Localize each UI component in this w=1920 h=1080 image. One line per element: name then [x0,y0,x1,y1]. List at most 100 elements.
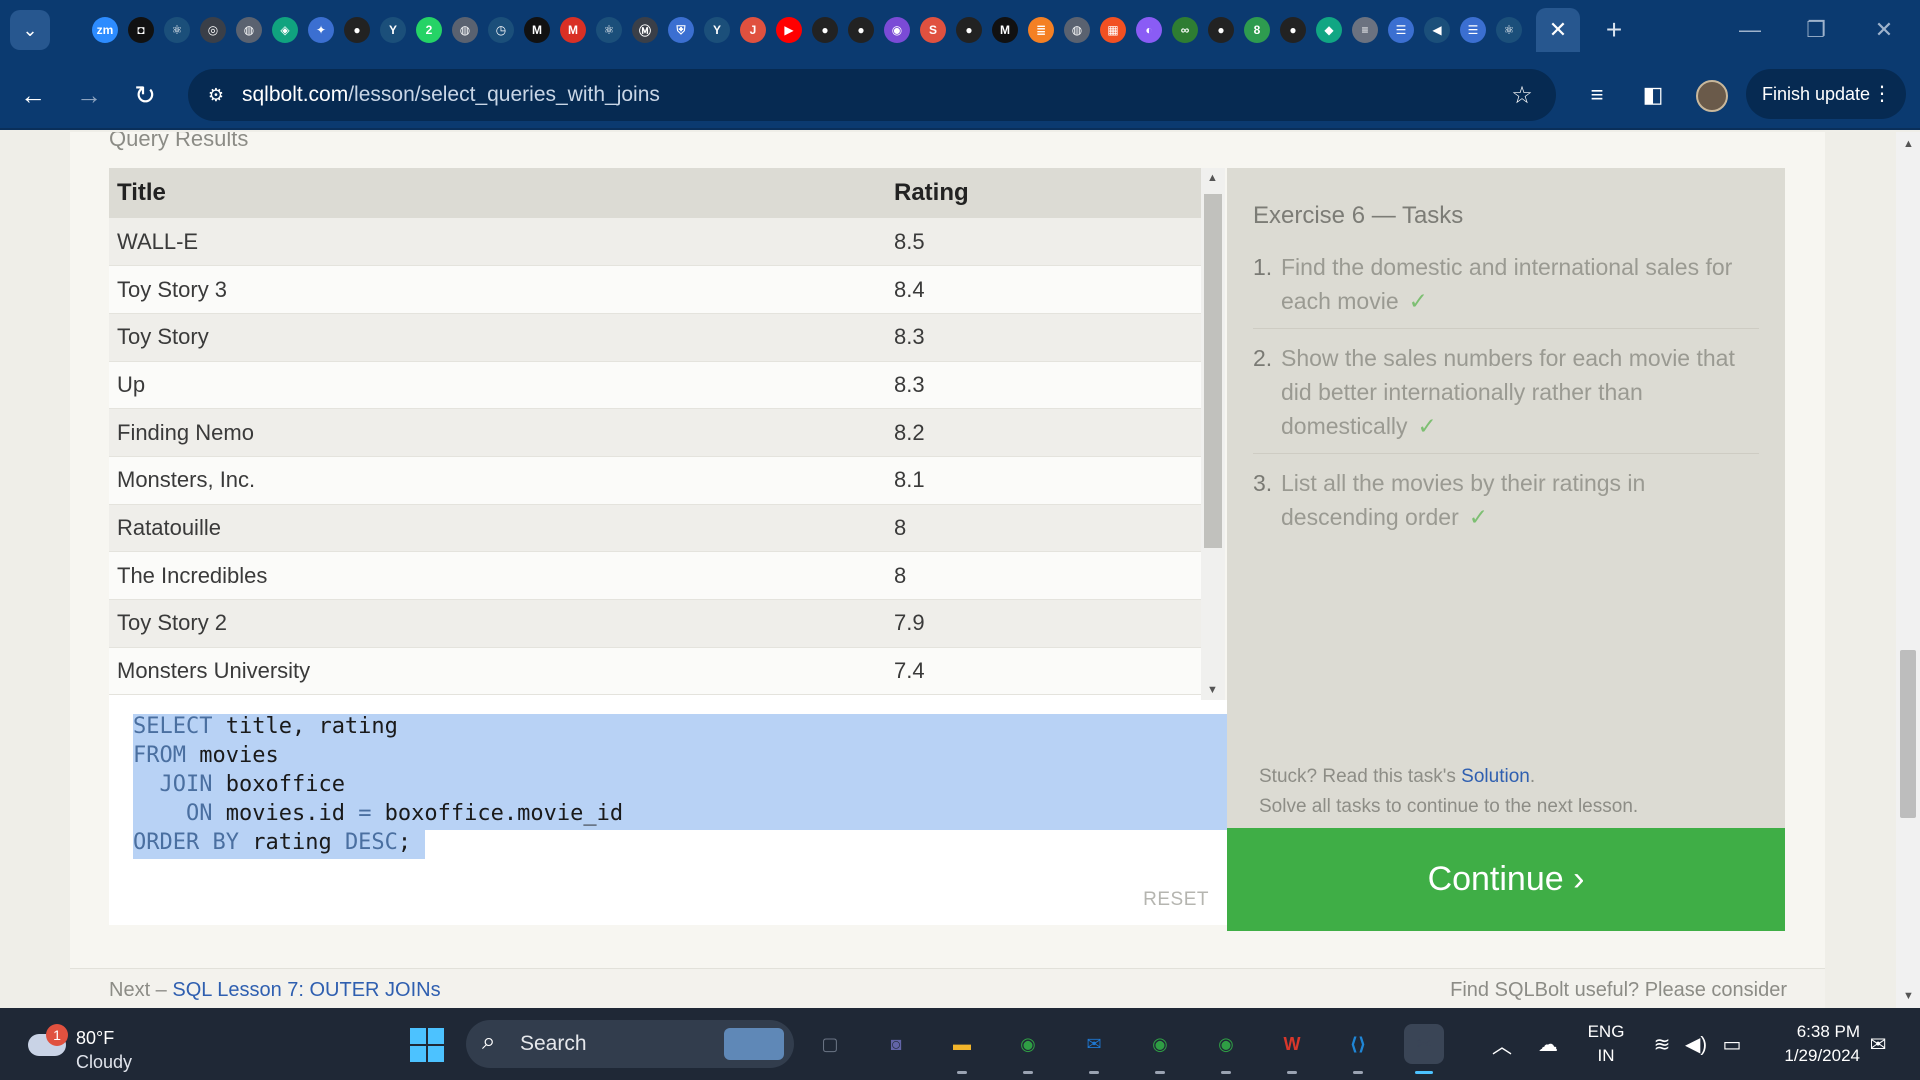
page-scrollbar[interactable]: ▲ ▼ [1896,132,1920,1008]
taskbar-search[interactable]: ⌕ Search [466,1020,794,1068]
m-circle-icon[interactable]: Ⓜ [632,17,658,43]
gmail-icon[interactable]: M [560,17,586,43]
clock-icon[interactable]: ◷ [488,17,514,43]
show-hidden-icons-icon[interactable]: ︿ [1488,1030,1516,1058]
chatgpt-icon[interactable]: ◈ [272,17,298,43]
diamond-icon[interactable]: ◆ [1316,17,1342,43]
new-tab-button[interactable]: + [1596,12,1632,48]
copilot-icon[interactable]: ◐ [1136,17,1162,43]
sql-text: boxoffice.movie_id [371,801,624,826]
url-text[interactable]: sqlbolt.com/lesson/select_queries_with_j… [242,83,660,107]
openai-icon[interactable]: ◎ [200,17,226,43]
query-results-table[interactable]: Title Rating WALL-E 8.5 Toy Story 3 8.4 Toy … [109,168,1201,700]
windows-start-icon[interactable] [410,1028,444,1062]
onedrive-error-icon[interactable]: ☁ [1534,1030,1562,1058]
notion-icon[interactable]: ◘ [128,17,154,43]
medium-icon[interactable]: M [524,17,550,43]
weather-widget[interactable]: 1 80°F Cloudy [24,1018,144,1072]
wifi-icon[interactable]: ≋ [1648,1030,1676,1058]
vscode-icon[interactable]: ⟨⟩ [1338,1024,1378,1074]
forward-arrow-icon[interactable]: → [68,74,110,116]
help-text: Stuck? Read this task's Solution. Solve … [1259,762,1638,822]
teams-icon[interactable]: ◙ [876,1024,916,1064]
github-icon[interactable]: ● [1280,17,1306,43]
language-top[interactable]: ENG [1586,1022,1626,1042]
docs-icon[interactable]: ☰ [1388,17,1414,43]
github-icon[interactable]: ● [956,17,982,43]
continue-button[interactable]: Continue › [1227,828,1785,931]
snipping-tool-icon[interactable]: ✂ [1404,1024,1444,1074]
whatsapp-icon[interactable]: 2 [416,17,442,43]
scroll-up-arrow-icon[interactable]: ▲ [1207,172,1218,184]
shield-icon[interactable]: ⛨ [668,17,694,43]
zoom-icon[interactable]: zm [92,17,118,43]
github-icon[interactable]: ● [1208,17,1234,43]
address-bar[interactable]: ⚙ sqlbolt.com/lesson/select_queries_with… [188,69,1556,121]
chrome-icon[interactable]: ◉ [1008,1024,1048,1074]
youtube-icon[interactable]: ▶ [776,17,802,43]
window-close-icon[interactable]: ✕ [1864,12,1904,48]
file-explorer-icon[interactable]: ▬ [942,1024,982,1074]
minimize-icon[interactable]: — [1730,12,1770,48]
page-scrollbar-thumb[interactable] [1900,650,1916,818]
bookmark-star-icon[interactable]: ☆ [1504,77,1540,113]
site-info-icon[interactable]: ⚙ [198,77,234,113]
record-icon[interactable]: ◉ [884,17,910,43]
results-scrollbar[interactable]: ▲ ▼ [1201,168,1225,700]
reset-button[interactable]: RESET [1143,889,1209,911]
speaker-icon[interactable]: ◀ [1424,17,1450,43]
scroll-down-arrow-icon[interactable]: ▼ [1207,684,1218,696]
microsoft-icon[interactable]: ▦ [1100,17,1126,43]
globe-icon[interactable]: ◍ [1064,17,1090,43]
chrome-profile-icon[interactable]: ◉ [1206,1024,1246,1074]
globe-icon[interactable]: ◍ [452,17,478,43]
results-scrollbar-thumb[interactable] [1204,194,1222,548]
mail-icon[interactable]: ✉ [1074,1024,1114,1074]
wps-office-icon[interactable]: W [1272,1024,1312,1074]
restore-icon[interactable]: ❐ [1796,12,1836,48]
sql-code[interactable]: SELECT title, rating FROM movies JOIN box… [133,712,623,857]
eight-icon[interactable]: 8 [1244,17,1270,43]
reload-icon[interactable]: ↻ [124,74,166,116]
task-view-icon[interactable]: ▢ [810,1024,850,1064]
more-menu-icon[interactable]: ⋮ [1872,81,1892,106]
docs-icon[interactable]: ☰ [1460,17,1486,43]
active-tab-close-button[interactable]: ✕ [1536,8,1580,52]
media-controls-icon[interactable]: ≡ [1576,74,1618,116]
chrome-profile-icon[interactable]: ◉ [1140,1024,1180,1074]
back-arrow-icon[interactable]: ← [12,74,54,116]
link-icon[interactable]: ∞ [1172,17,1198,43]
tasks-title: Exercise 6 — Tasks [1253,202,1464,229]
github-icon[interactable]: ● [344,17,370,43]
clock-time[interactable]: 6:38 PM [1766,1022,1860,1042]
volume-icon[interactable]: ◀) [1682,1030,1710,1058]
battery-icon[interactable]: ▭ [1718,1030,1746,1058]
close-icon[interactable]: ✕ [1549,17,1567,43]
chevron-down-icon[interactable]: ⌄ [10,10,50,50]
react-icon[interactable]: ⚛ [164,17,190,43]
globe-icon[interactable]: ◍ [236,17,262,43]
y-icon[interactable]: Y [704,17,730,43]
react-icon[interactable]: ⚛ [1496,17,1522,43]
sparkle-icon[interactable]: ✦ [308,17,334,43]
clock-date[interactable]: 1/29/2024 [1766,1046,1860,1066]
y-icon[interactable]: Y [380,17,406,43]
stackoverflow-icon[interactable]: ≣ [1028,17,1054,43]
s-icon[interactable]: S [920,17,946,43]
github-icon[interactable]: ● [812,17,838,43]
scroll-up-arrow-icon[interactable]: ▲ [1903,138,1914,150]
next-lesson-link[interactable]: SQL Lesson 7: OUTER JOINs [172,979,440,1001]
solution-link[interactable]: Solution [1461,766,1530,787]
notifications-icon[interactable]: ✉ [1864,1030,1892,1058]
medium-icon[interactable]: M [992,17,1018,43]
scroll-down-arrow-icon[interactable]: ▼ [1903,990,1914,1002]
github-icon[interactable]: ● [848,17,874,43]
profile-avatar[interactable] [1696,80,1728,112]
finish-update-button[interactable]: Finish update ⋮ [1746,69,1906,119]
j-icon[interactable]: J [740,17,766,43]
language-bottom[interactable]: IN [1586,1046,1626,1066]
sql-editor[interactable]: SELECT title, rating FROM movies JOIN box… [109,700,1227,925]
database-icon[interactable]: ≡ [1352,17,1378,43]
side-panel-icon[interactable]: ◧ [1632,74,1674,116]
react-icon[interactable]: ⚛ [596,17,622,43]
